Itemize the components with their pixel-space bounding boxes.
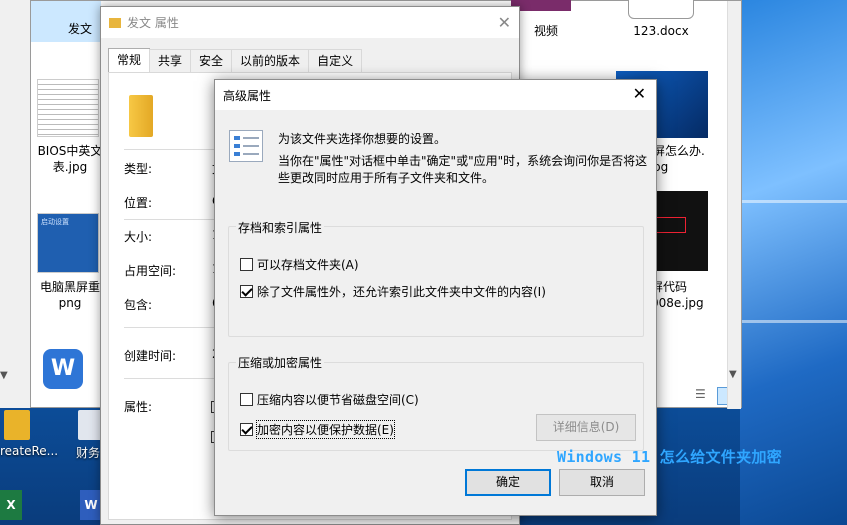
file-label-line: 电脑黑屏重 [39, 280, 100, 294]
file-label: 视频 [533, 24, 558, 38]
checkbox-label: 可以存档文件夹(A) [257, 258, 359, 272]
folder-icon [129, 95, 153, 137]
file-label: 123.docx [633, 24, 689, 38]
ok-button[interactable]: 确定 [465, 469, 551, 496]
group-title: 压缩或加密属性 [236, 354, 325, 371]
tab-sharing[interactable]: 共享 [149, 49, 192, 73]
file-label-line: 表.jpg [52, 160, 88, 174]
location-label: 位置: [124, 196, 153, 210]
checkbox-box[interactable] [240, 393, 253, 406]
watermark-caption: Windows 11 怎么给文件夹加密 [557, 448, 783, 466]
file-label-line: png [58, 296, 82, 310]
document-icon[interactable] [628, 0, 694, 19]
wallpaper-line [742, 200, 847, 203]
attributes-label: 属性: [124, 400, 153, 414]
checklist-line [243, 153, 259, 155]
dialog-description: 当你在"属性"对话框中单击"确定"或"应用"时，系统会询问你是否将这些更改同时应… [278, 154, 648, 185]
file-label-line: BIOS中英文 [37, 144, 103, 158]
close-icon[interactable]: ✕ [498, 13, 511, 32]
highlight-box [656, 217, 686, 233]
image-thumbnail[interactable] [37, 79, 99, 137]
checkbox-label: 除了文件属性外，还允许索引此文件夹中文件的内容(I) [257, 285, 546, 299]
contains-label: 包含: [124, 298, 153, 312]
encrypt-checkbox[interactable]: 加密内容以便保护数据(E) [240, 420, 395, 439]
word-icon[interactable]: W [80, 490, 102, 520]
image-thumbnail[interactable]: 启动设置 [37, 213, 99, 273]
thumbnail-caption: 启动设置 [41, 218, 69, 226]
compress-checkbox[interactable]: 压缩内容以便节省磁盘空间(C) [240, 391, 419, 408]
tab-customize[interactable]: 自定义 [308, 49, 363, 73]
video-folder-icon[interactable] [511, 0, 571, 11]
type-label: 类型: [124, 162, 153, 176]
wps-app-icon[interactable]: W [43, 349, 83, 389]
vertical-scrollbar[interactable] [727, 1, 741, 409]
size-on-disk-label: 占用空间: [124, 264, 177, 278]
props-tabs: 常规 共享 安全 以前的版本 自定义 [108, 48, 363, 73]
tab-previous-versions[interactable]: 以前的版本 [231, 49, 310, 73]
dialog-title: 高级属性 [223, 88, 272, 103]
file-label: 屏代码 008e.jpg [651, 279, 721, 311]
file-label-line: 008e.jpg [651, 296, 704, 310]
props-titlebar[interactable]: 发文 属性 ✕ [101, 7, 519, 38]
checklist-icon [229, 130, 263, 162]
finance-file-icon[interactable] [78, 410, 102, 440]
scroll-down-arrow-icon[interactable]: ▼ [729, 369, 737, 380]
dialog-intro: 为该文件夹选择你想要的设置。 [278, 132, 447, 146]
checkbox-box[interactable] [240, 423, 253, 436]
folder-icon [109, 17, 121, 28]
archive-checkbox[interactable]: 可以存档文件夹(A) [240, 256, 359, 273]
cancel-button[interactable]: 取消 [559, 469, 645, 496]
checkbox-label: 加密内容以便保护数据(E) [256, 420, 395, 439]
desktop-icon-label: reateRe... [0, 444, 59, 458]
file-label: 发文 [67, 22, 92, 36]
file-label-line: 屏怎么办. [653, 144, 705, 158]
close-icon[interactable]: ✕ [633, 86, 646, 102]
details-view-icon[interactable]: ☰ [695, 387, 713, 405]
file-label: BIOS中英文 表.jpg [35, 143, 105, 175]
created-label: 创建时间: [124, 349, 177, 363]
archive-index-group [228, 226, 644, 337]
checkbox-box[interactable] [240, 285, 253, 298]
checkbox-box[interactable] [240, 258, 253, 271]
window-title: 发文 属性 [127, 16, 179, 30]
checklist-mark [234, 136, 240, 140]
wallpaper-line [742, 320, 847, 323]
checklist-line [243, 145, 259, 147]
checklist-mark [234, 144, 240, 148]
size-label: 大小: [124, 230, 153, 244]
shortcut-icon[interactable] [4, 410, 30, 440]
details-button[interactable]: 详细信息(D) [536, 414, 636, 441]
nav-scroll-arrow-icon[interactable]: ▼ [0, 370, 8, 381]
file-label: 屏怎么办. pg [653, 143, 713, 175]
checkbox-label: 压缩内容以便节省磁盘空间(C) [257, 393, 419, 407]
tab-general[interactable]: 常规 [108, 48, 151, 73]
tab-security[interactable]: 安全 [190, 49, 233, 73]
checklist-line [243, 137, 259, 139]
group-title: 存档和索引属性 [236, 219, 325, 236]
explorer-nav-pane [0, 0, 30, 408]
desktop-icon-label: 财务 [76, 446, 101, 460]
checklist-mark [234, 152, 240, 156]
file-label: 电脑黑屏重 png [35, 279, 105, 311]
index-content-checkbox[interactable]: 除了文件属性外，还允许索引此文件夹中文件的内容(I) [240, 283, 546, 300]
dialog-titlebar[interactable]: 高级属性 ✕ [215, 80, 656, 110]
excel-icon[interactable]: X [0, 490, 22, 520]
